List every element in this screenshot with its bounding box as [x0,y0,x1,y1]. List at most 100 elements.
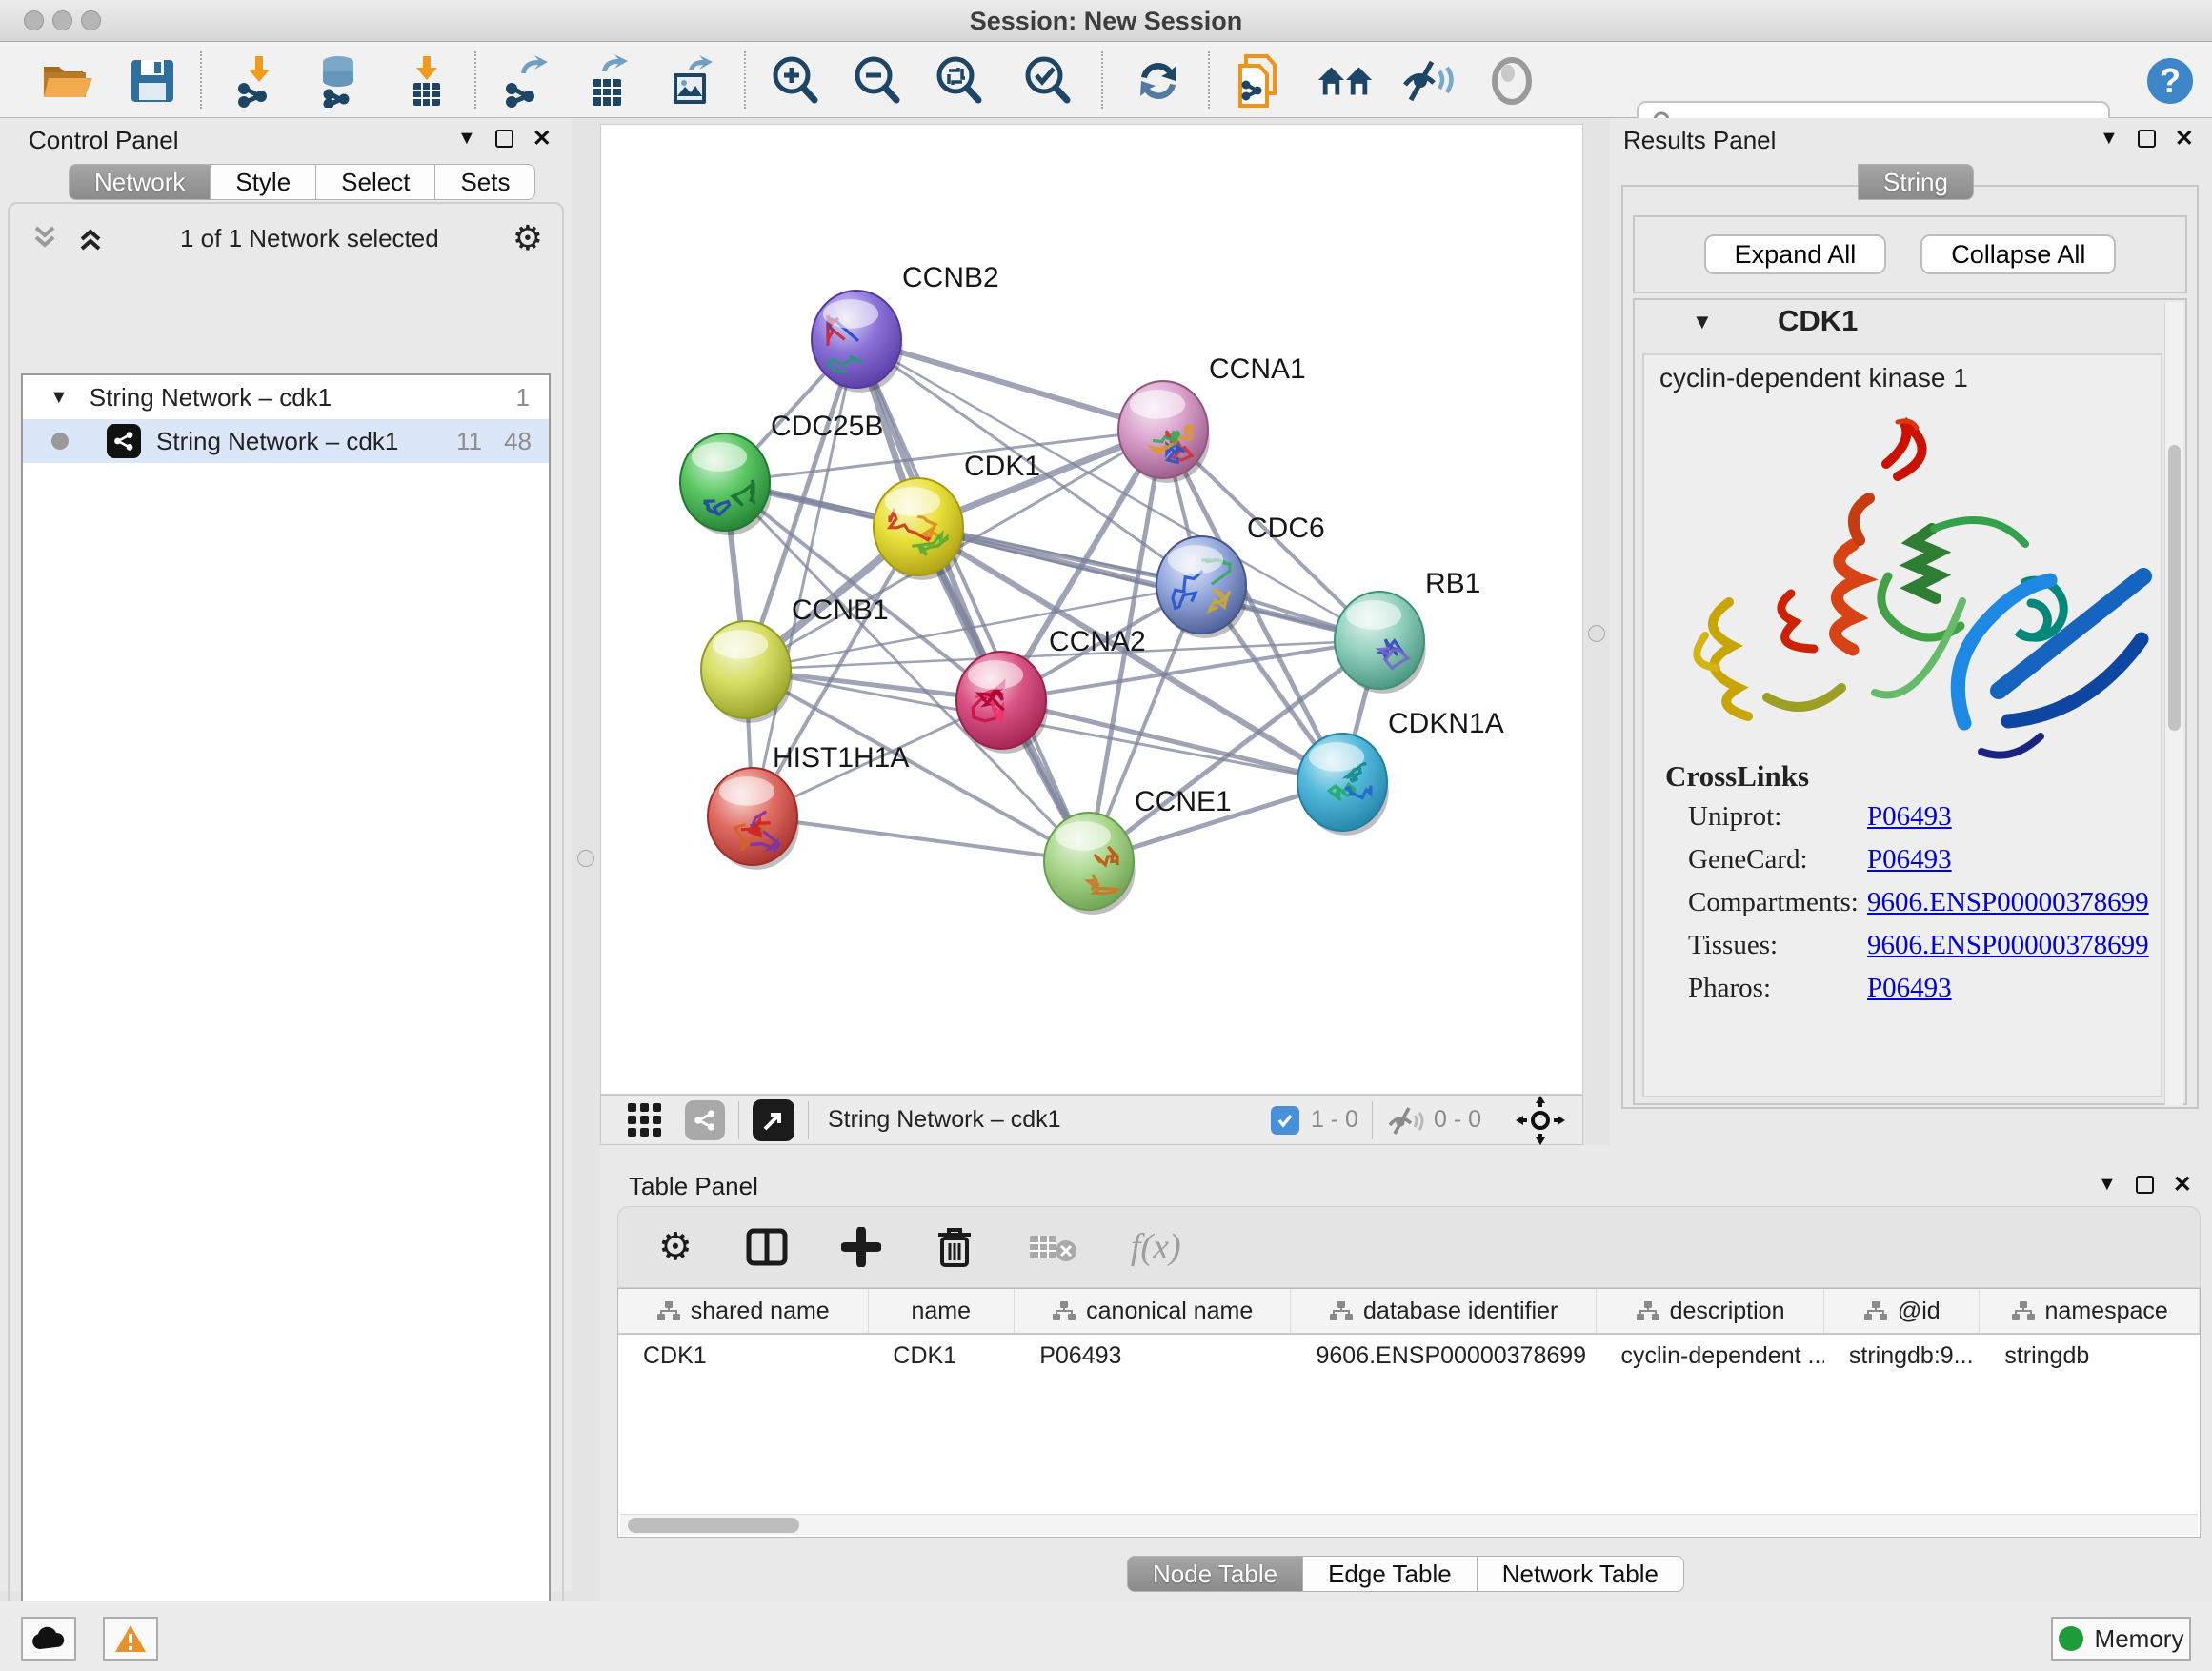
birds-eye-grid-icon[interactable] [626,1101,664,1139]
panel-menu-icon[interactable]: ▼ [2098,1174,2117,1196]
network-options-gear-icon[interactable]: ⚙ [513,218,543,258]
column-header-name[interactable]: name [869,1289,1015,1333]
collapse-all-icon[interactable] [29,222,61,254]
tree-expander-icon[interactable]: ▼ [50,387,69,409]
results-scrollbar-thumb[interactable] [2168,445,2181,731]
network-view-title: String Network – cdk1 [828,1106,1061,1134]
tab-network-table[interactable]: Network Table [1478,1556,1684,1592]
panel-menu-icon[interactable]: ▼ [457,128,476,150]
crosslink-genecard-link[interactable]: P06493 [1867,844,1952,876]
cell-description[interactable]: cyclin-dependent ... [1597,1342,1824,1370]
cloud-button[interactable] [21,1617,76,1661]
panel-float-icon[interactable] [2138,130,2156,148]
tab-sets[interactable]: Sets [435,164,535,200]
table-settings-gear-icon[interactable]: ⚙ [658,1225,693,1269]
crosslink-compartments-link[interactable]: 9606.ENSP00000378699 [1867,887,2149,918]
save-session-button[interactable] [124,53,181,109]
results-scrollbar[interactable] [2164,302,2183,1105]
cell-name[interactable]: CDK1 [868,1342,1015,1370]
import-database-button[interactable] [310,53,367,109]
zoom-out-button[interactable] [849,53,906,109]
zoom-window-button[interactable] [81,10,101,30]
close-window-button[interactable] [24,10,44,30]
panel-float-icon[interactable] [495,130,513,148]
column-header-namespace[interactable]: namespace [1980,1289,2200,1333]
tab-node-table[interactable]: Node Table [1127,1556,1303,1592]
selected-nodes-checkbox-icon[interactable] [1271,1106,1299,1135]
hide-unhide-button[interactable] [1398,53,1456,109]
shared-column-icon [1329,1299,1354,1322]
delete-column-trash-icon[interactable] [935,1225,975,1269]
help-button[interactable]: ? [2142,53,2199,109]
gene-details: cyclin-dependent kinase 1 [1642,353,2162,1097]
zoom-selected-button[interactable] [1019,53,1076,109]
tab-select[interactable]: Select [316,164,435,200]
node-table[interactable]: shared namenamecanonical namedatabase id… [617,1288,2201,1538]
right-splitter-handle[interactable] [1588,625,1605,642]
tab-edge-table[interactable]: Edge Table [1303,1556,1478,1592]
warnings-button[interactable] [103,1617,158,1661]
table-hscrollbar[interactable] [620,1514,2198,1535]
cell-databaseidentifier[interactable]: 9606.ENSP00000378699 [1291,1342,1596,1370]
memory-button[interactable]: Memory [2051,1617,2191,1661]
column-label: @id [1898,1298,1941,1325]
export-network-button[interactable] [498,53,555,109]
panel-close-icon[interactable]: ✕ [533,130,552,148]
show-columns-icon[interactable] [746,1226,788,1268]
zoom-fit-button[interactable] [931,53,988,109]
column-header-databaseidentifier[interactable]: database identifier [1291,1289,1596,1333]
open-in-window-icon[interactable] [753,1099,794,1141]
tab-style[interactable]: Style [211,164,316,200]
gene-collapse-icon[interactable]: ▼ [1692,310,1713,334]
column-header-description[interactable]: description [1597,1289,1824,1333]
export-table-button[interactable] [579,53,636,109]
table-hscrollbar-thumb[interactable] [628,1518,799,1533]
hidden-eye-slash-icon[interactable] [1386,1104,1424,1137]
column-header-canonicalname[interactable]: canonical name [1015,1289,1291,1333]
expand-all-icon[interactable] [74,222,107,254]
network-view-toolbar: String Network – cdk1 1 - 0 0 - 0 [600,1095,1583,1145]
left-splitter[interactable] [572,118,600,1591]
string-view-icon[interactable] [685,1100,725,1140]
cell-canonicalname[interactable]: P06493 [1015,1342,1291,1370]
expand-all-button[interactable]: Expand All [1704,234,1887,274]
cell-id[interactable]: stringdb:9... [1824,1342,1980,1370]
network-canvas[interactable]: CCNB2CCNA1CDC25BCDK1CDC6RB1CCNB1CCNA2CDK… [600,124,1583,1095]
cell-sharedname[interactable]: CDK1 [618,1342,868,1370]
tab-string-results[interactable]: String [1858,164,1974,200]
export-image-button[interactable] [662,53,719,109]
crosslink-pharos-link[interactable]: P06493 [1867,973,1952,1004]
panel-close-icon[interactable]: ✕ [2175,130,2194,148]
panel-float-icon[interactable] [2136,1176,2154,1194]
gene-description: cyclin-dependent kinase 1 [1659,363,1968,393]
import-table-button[interactable] [398,53,455,109]
edge-count: 48 [504,427,532,456]
minimize-window-button[interactable] [52,10,72,30]
fit-selected-crosshair-icon[interactable] [1516,1096,1565,1145]
string-network-graph[interactable]: CCNB2CCNA1CDC25BCDK1CDC6RB1CCNB1CCNA2CDK… [601,125,1582,1094]
tab-network[interactable]: Network [69,164,211,200]
left-splitter-handle[interactable] [577,850,594,867]
refresh-button[interactable] [1130,53,1187,109]
toolbar-separator [744,51,746,109]
open-file-button[interactable] [38,53,95,109]
import-network-button[interactable] [231,53,288,109]
crosslink-label: Tissues: [1688,930,1778,960]
create-column-plus-icon[interactable] [841,1227,881,1267]
homes-button[interactable] [1317,53,1374,109]
network-tree-child-row[interactable]: String Network – cdk1 11 48 [23,419,549,463]
column-header-sharedname[interactable]: shared name [618,1289,869,1333]
right-splitter[interactable] [1583,118,1610,1165]
crosslink-uniprot-link[interactable]: P06493 [1867,801,1952,833]
cell-namespace[interactable]: stringdb [1980,1342,2200,1370]
duplicate-network-button[interactable] [1231,53,1288,109]
collapse-all-button[interactable]: Collapse All [1920,234,2116,274]
network-tree-root-row[interactable]: ▼ String Network – cdk1 1 [23,375,549,419]
panel-menu-icon[interactable]: ▼ [2100,128,2119,150]
crosslink-tissues-link[interactable]: 9606.ENSP00000378699 [1867,930,2149,961]
table-row[interactable]: CDK1CDK1P064939606.ENSP00000378699cyclin… [618,1335,2200,1377]
gray-eye-button[interactable] [1483,53,1540,109]
column-header-id[interactable]: @id [1824,1289,1980,1333]
zoom-in-button[interactable] [767,53,824,109]
panel-close-icon[interactable]: ✕ [2173,1176,2192,1194]
